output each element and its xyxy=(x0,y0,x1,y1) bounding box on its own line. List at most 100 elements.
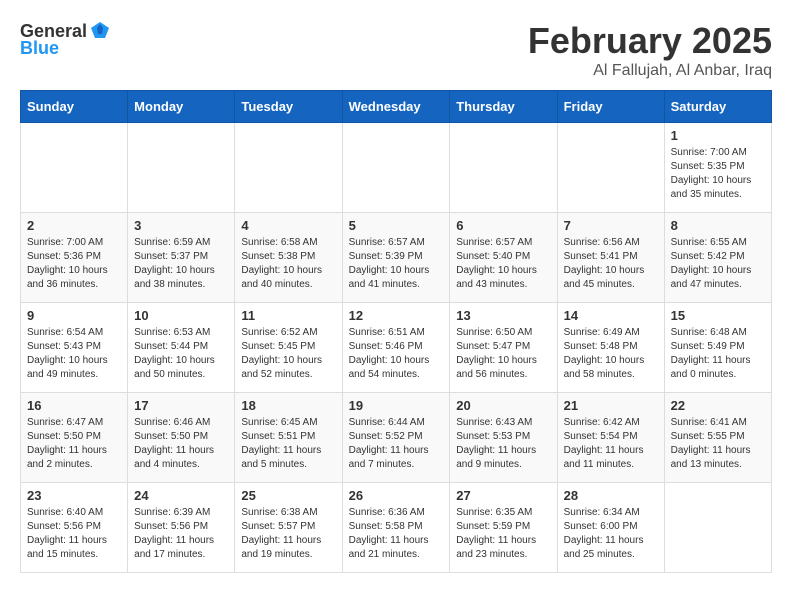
day-info: Sunrise: 6:51 AM Sunset: 5:46 PM Dayligh… xyxy=(349,326,444,382)
day-info: Sunrise: 6:48 AM Sunset: 5:49 PM Dayligh… xyxy=(671,326,765,382)
calendar-cell xyxy=(21,123,128,213)
day-number: 16 xyxy=(27,398,121,413)
day-number: 19 xyxy=(349,398,444,413)
calendar-cell: 1 Sunrise: 7:00 AM Sunset: 5:35 PM Daylig… xyxy=(664,123,771,213)
day-info: Sunrise: 6:53 AM Sunset: 5:44 PM Dayligh… xyxy=(134,326,228,382)
day-number: 12 xyxy=(349,308,444,323)
logo-flag-icon xyxy=(89,20,111,42)
day-number: 4 xyxy=(241,218,335,233)
day-info: Sunrise: 6:45 AM Sunset: 5:51 PM Dayligh… xyxy=(241,416,335,472)
calendar-cell: 15 Sunrise: 6:48 AM Sunset: 5:49 PM Dayli… xyxy=(664,303,771,393)
day-number: 28 xyxy=(564,488,658,503)
day-number: 24 xyxy=(134,488,228,503)
day-info: Sunrise: 7:00 AM Sunset: 5:36 PM Dayligh… xyxy=(27,236,121,292)
calendar-header-monday: Monday xyxy=(128,91,235,123)
calendar-table: SundayMondayTuesdayWednesdayThursdayFrid… xyxy=(20,90,772,573)
calendar-cell xyxy=(664,483,771,573)
day-number: 1 xyxy=(671,128,765,143)
calendar-cell: 7 Sunrise: 6:56 AM Sunset: 5:41 PM Daylig… xyxy=(557,213,664,303)
day-info: Sunrise: 6:49 AM Sunset: 5:48 PM Dayligh… xyxy=(564,326,658,382)
title-section: February 2025 Al Fallujah, Al Anbar, Ira… xyxy=(528,20,772,80)
calendar-cell: 18Sunrise: 6:45 AM Sunset: 5:51 PM Dayli… xyxy=(235,393,342,483)
day-number: 8 xyxy=(671,218,765,233)
day-number: 11 xyxy=(241,308,335,323)
day-number: 17 xyxy=(134,398,228,413)
day-info: Sunrise: 6:55 AM Sunset: 5:42 PM Dayligh… xyxy=(671,236,765,292)
calendar-cell: 28 Sunrise: 6:34 AM Sunset: 6:00 PM Dayli… xyxy=(557,483,664,573)
day-number: 2 xyxy=(27,218,121,233)
calendar-header-row: SundayMondayTuesdayWednesdayThursdayFrid… xyxy=(21,91,772,123)
calendar-cell: 27 Sunrise: 6:35 AM Sunset: 5:59 PM Dayli… xyxy=(450,483,557,573)
day-info: Sunrise: 6:59 AM Sunset: 5:37 PM Dayligh… xyxy=(134,236,228,292)
calendar-header-friday: Friday xyxy=(557,91,664,123)
day-info: Sunrise: 6:54 AM Sunset: 5:43 PM Dayligh… xyxy=(27,326,121,382)
day-info: Sunrise: 6:58 AM Sunset: 5:38 PM Dayligh… xyxy=(241,236,335,292)
calendar-cell: 8 Sunrise: 6:55 AM Sunset: 5:42 PM Daylig… xyxy=(664,213,771,303)
day-number: 15 xyxy=(671,308,765,323)
calendar-cell: 4 Sunrise: 6:58 AM Sunset: 5:38 PM Daylig… xyxy=(235,213,342,303)
day-info: Sunrise: 6:52 AM Sunset: 5:45 PM Dayligh… xyxy=(241,326,335,382)
day-info: Sunrise: 6:43 AM Sunset: 5:53 PM Dayligh… xyxy=(456,416,550,472)
day-number: 22 xyxy=(671,398,765,413)
calendar-week-row: 23Sunrise: 6:40 AM Sunset: 5:56 PM Dayli… xyxy=(21,483,772,573)
day-number: 25 xyxy=(241,488,335,503)
calendar-cell: 5 Sunrise: 6:57 AM Sunset: 5:39 PM Daylig… xyxy=(342,213,450,303)
calendar-cell: 2 Sunrise: 7:00 AM Sunset: 5:36 PM Daylig… xyxy=(21,213,128,303)
calendar-cell: 22 Sunrise: 6:41 AM Sunset: 5:55 PM Dayli… xyxy=(664,393,771,483)
calendar-cell: 23Sunrise: 6:40 AM Sunset: 5:56 PM Dayli… xyxy=(21,483,128,573)
logo: General Blue xyxy=(20,20,111,59)
calendar-cell: 24 Sunrise: 6:39 AM Sunset: 5:56 PM Dayli… xyxy=(128,483,235,573)
calendar-cell xyxy=(557,123,664,213)
calendar-week-row: 1 Sunrise: 7:00 AM Sunset: 5:35 PM Daylig… xyxy=(21,123,772,213)
calendar-week-row: 9Sunrise: 6:54 AM Sunset: 5:43 PM Daylig… xyxy=(21,303,772,393)
day-info: Sunrise: 6:56 AM Sunset: 5:41 PM Dayligh… xyxy=(564,236,658,292)
day-info: Sunrise: 6:46 AM Sunset: 5:50 PM Dayligh… xyxy=(134,416,228,472)
calendar-cell: 14 Sunrise: 6:49 AM Sunset: 5:48 PM Dayli… xyxy=(557,303,664,393)
calendar-cell: 21Sunrise: 6:42 AM Sunset: 5:54 PM Dayli… xyxy=(557,393,664,483)
calendar-cell: 11 Sunrise: 6:52 AM Sunset: 5:45 PM Dayli… xyxy=(235,303,342,393)
day-info: Sunrise: 6:41 AM Sunset: 5:55 PM Dayligh… xyxy=(671,416,765,472)
calendar-header-thursday: Thursday xyxy=(450,91,557,123)
calendar-title: February 2025 xyxy=(528,20,772,62)
calendar-cell xyxy=(450,123,557,213)
calendar-cell: 25 Sunrise: 6:38 AM Sunset: 5:57 PM Dayli… xyxy=(235,483,342,573)
day-info: Sunrise: 6:50 AM Sunset: 5:47 PM Dayligh… xyxy=(456,326,550,382)
day-info: Sunrise: 6:47 AM Sunset: 5:50 PM Dayligh… xyxy=(27,416,121,472)
calendar-cell: 9Sunrise: 6:54 AM Sunset: 5:43 PM Daylig… xyxy=(21,303,128,393)
calendar-cell: 13 Sunrise: 6:50 AM Sunset: 5:47 PM Dayli… xyxy=(450,303,557,393)
day-number: 6 xyxy=(456,218,550,233)
calendar-cell xyxy=(342,123,450,213)
calendar-cell: 26Sunrise: 6:36 AM Sunset: 5:58 PM Dayli… xyxy=(342,483,450,573)
day-info: Sunrise: 6:34 AM Sunset: 6:00 PM Dayligh… xyxy=(564,506,658,562)
day-info: Sunrise: 6:36 AM Sunset: 5:58 PM Dayligh… xyxy=(349,506,444,562)
day-number: 5 xyxy=(349,218,444,233)
day-info: Sunrise: 6:35 AM Sunset: 5:59 PM Dayligh… xyxy=(456,506,550,562)
day-info: Sunrise: 6:40 AM Sunset: 5:56 PM Dayligh… xyxy=(27,506,121,562)
day-number: 13 xyxy=(456,308,550,323)
day-info: Sunrise: 6:57 AM Sunset: 5:40 PM Dayligh… xyxy=(456,236,550,292)
day-number: 27 xyxy=(456,488,550,503)
calendar-cell: 6 Sunrise: 6:57 AM Sunset: 5:40 PM Daylig… xyxy=(450,213,557,303)
calendar-cell: 17 Sunrise: 6:46 AM Sunset: 5:50 PM Dayli… xyxy=(128,393,235,483)
calendar-week-row: 16 Sunrise: 6:47 AM Sunset: 5:50 PM Dayli… xyxy=(21,393,772,483)
calendar-cell: 12 Sunrise: 6:51 AM Sunset: 5:46 PM Dayli… xyxy=(342,303,450,393)
day-number: 3 xyxy=(134,218,228,233)
calendar-cell xyxy=(235,123,342,213)
day-number: 14 xyxy=(564,308,658,323)
calendar-subtitle: Al Fallujah, Al Anbar, Iraq xyxy=(528,62,772,80)
calendar-header-sunday: Sunday xyxy=(21,91,128,123)
day-info: Sunrise: 6:38 AM Sunset: 5:57 PM Dayligh… xyxy=(241,506,335,562)
calendar-cell: 19Sunrise: 6:44 AM Sunset: 5:52 PM Dayli… xyxy=(342,393,450,483)
day-info: Sunrise: 7:00 AM Sunset: 5:35 PM Dayligh… xyxy=(671,146,765,202)
day-number: 20 xyxy=(456,398,550,413)
day-info: Sunrise: 6:39 AM Sunset: 5:56 PM Dayligh… xyxy=(134,506,228,562)
page-header: General Blue February 2025 Al Fallujah, … xyxy=(20,20,772,80)
calendar-cell: 16 Sunrise: 6:47 AM Sunset: 5:50 PM Dayli… xyxy=(21,393,128,483)
calendar-header-tuesday: Tuesday xyxy=(235,91,342,123)
day-number: 7 xyxy=(564,218,658,233)
calendar-cell: 3 Sunrise: 6:59 AM Sunset: 5:37 PM Daylig… xyxy=(128,213,235,303)
day-info: Sunrise: 6:57 AM Sunset: 5:39 PM Dayligh… xyxy=(349,236,444,292)
calendar-cell: 20 Sunrise: 6:43 AM Sunset: 5:53 PM Dayli… xyxy=(450,393,557,483)
day-number: 10 xyxy=(134,308,228,323)
logo-blue-text: Blue xyxy=(20,38,59,59)
